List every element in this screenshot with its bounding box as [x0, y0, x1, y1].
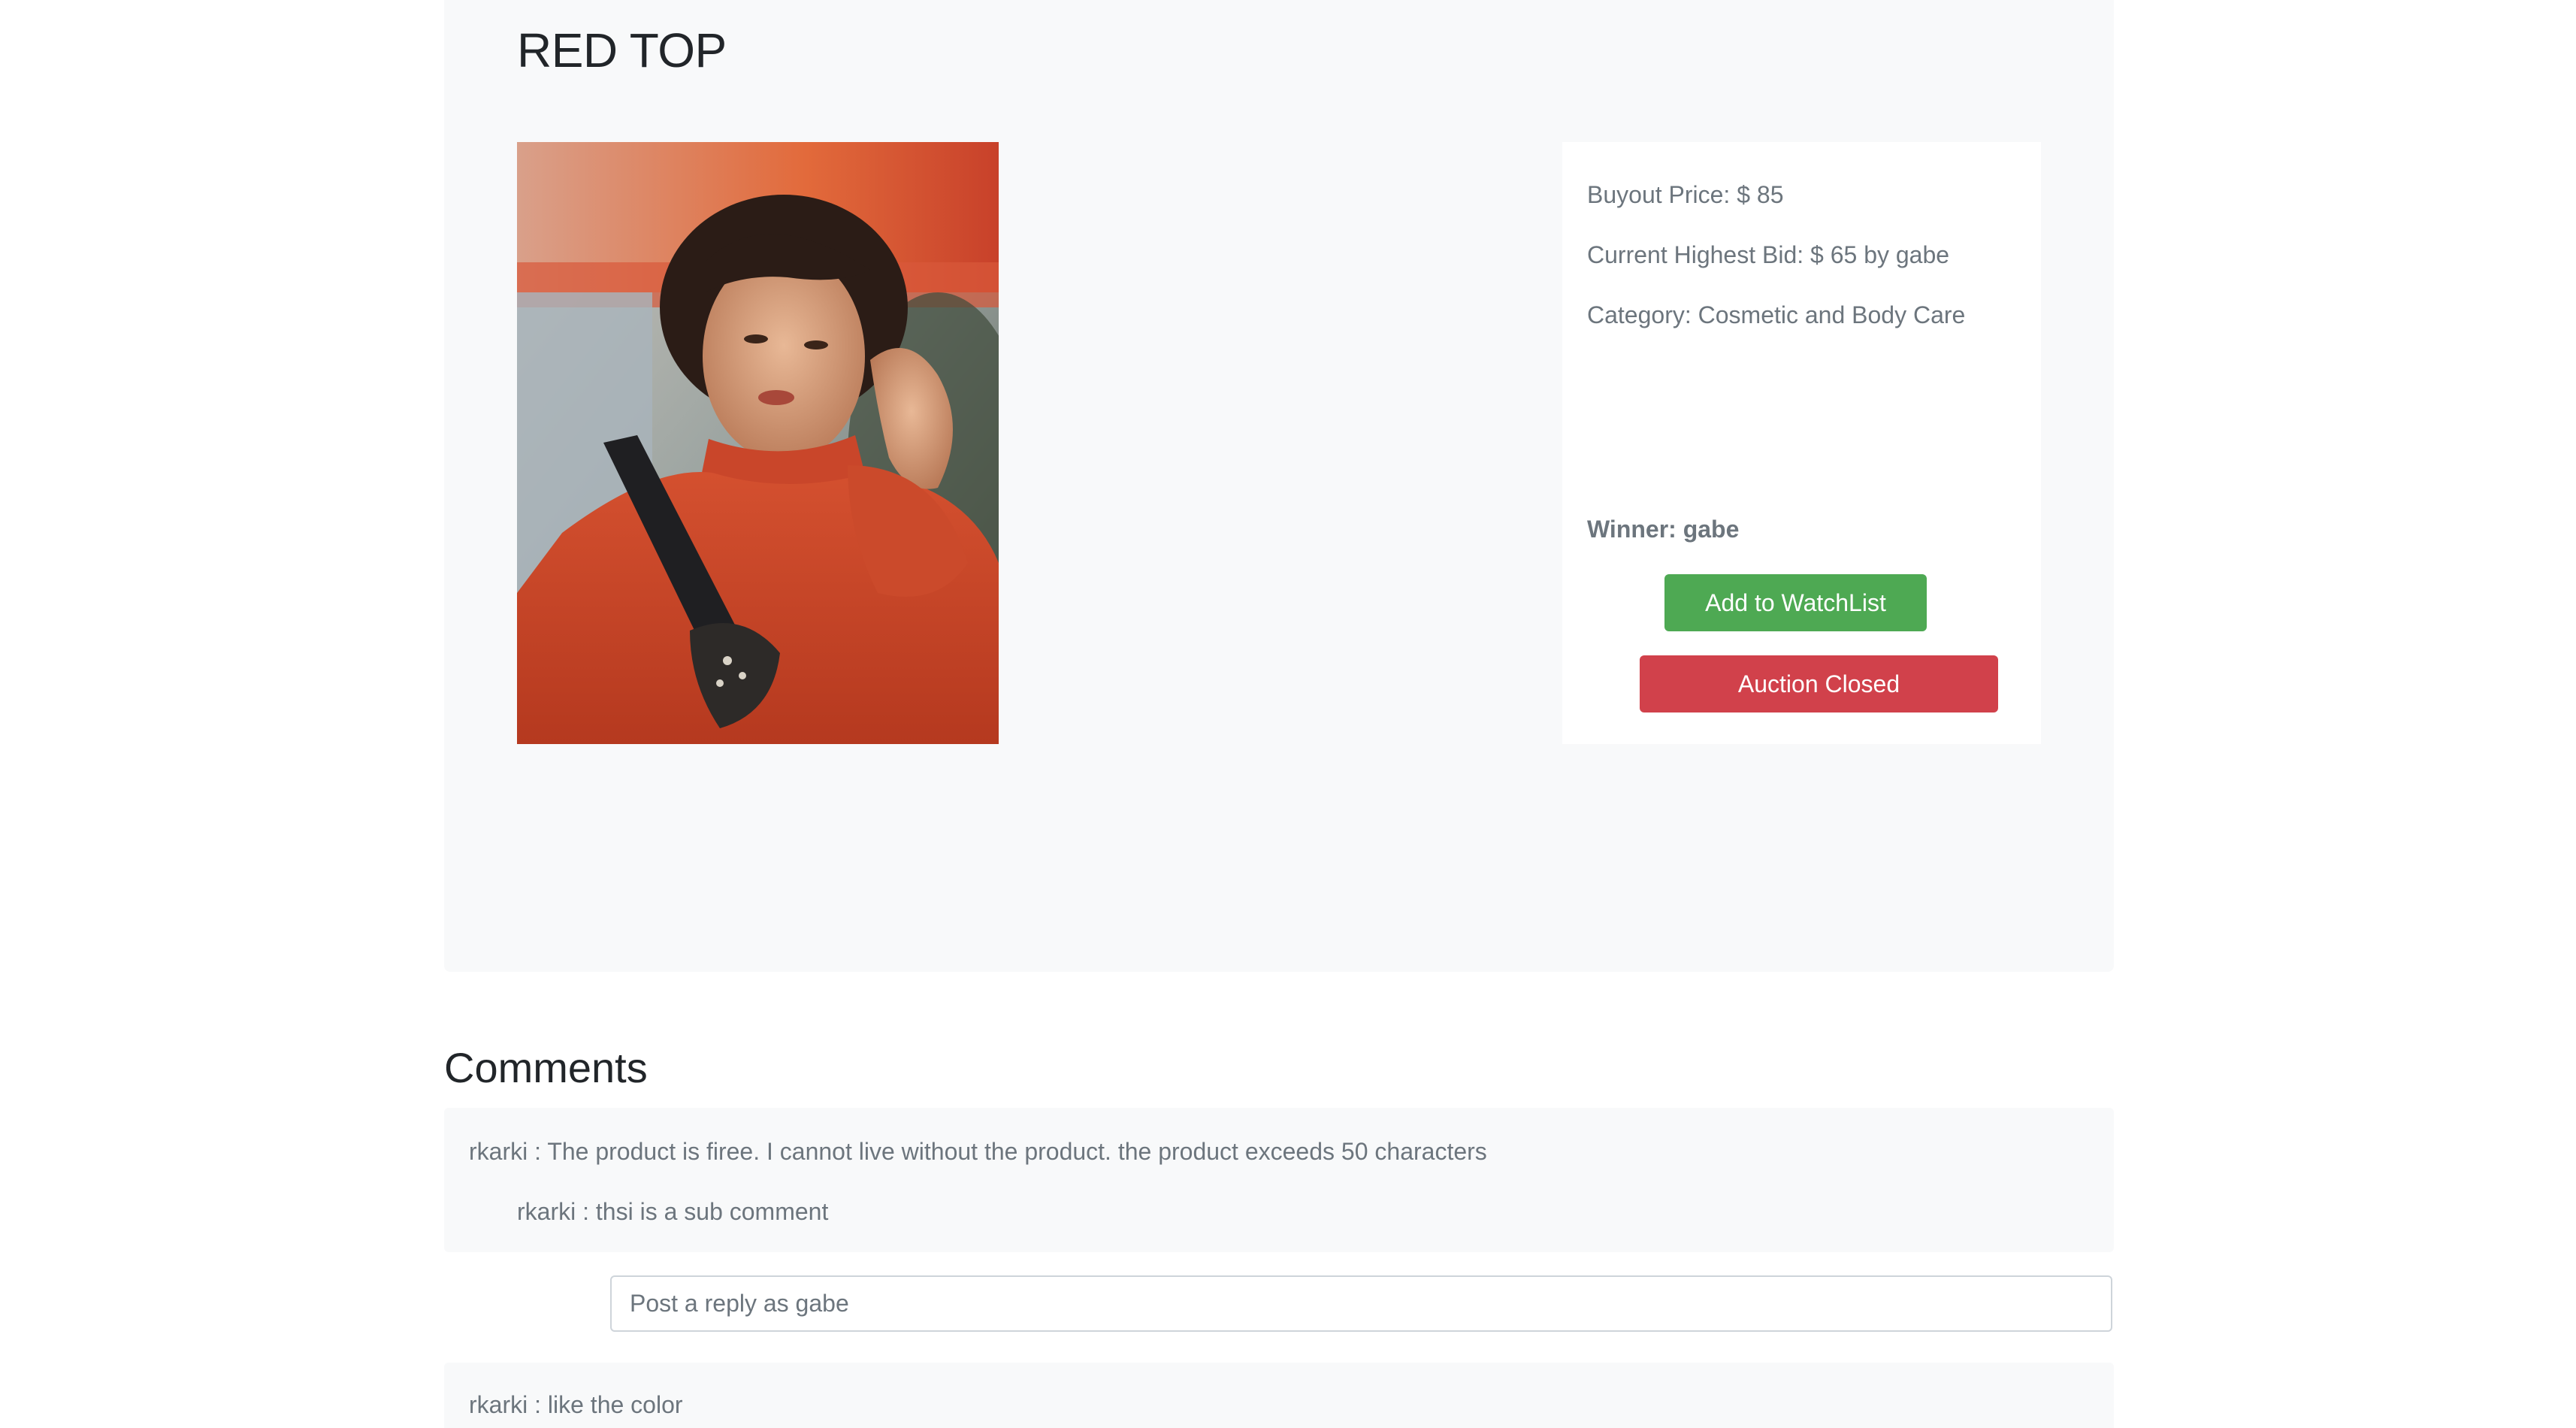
comment-item: rkarki : The product is firee. I cannot … [444, 1108, 2114, 1252]
sub-comment-text: rkarki : thsi is a sub comment [517, 1198, 829, 1225]
current-highest-bid: Current Highest Bid: $ 65 by gabe [1587, 241, 1950, 268]
buyout-price: Buyout Price: $ 85 [1587, 181, 1784, 208]
reply-input[interactable] [610, 1275, 2112, 1332]
comment-item: rkarki : like the color [444, 1363, 2114, 1428]
auction-winner: Winner: gabe [1587, 516, 1740, 543]
comments-heading: Comments [444, 1044, 648, 1091]
product-panel: RED TOP Buyout Price: $ 85 Current Highe… [444, 0, 2114, 972]
product-image [517, 142, 999, 744]
product-category: Category: Cosmetic and Body Care [1587, 301, 1966, 328]
add-to-watchlist-button[interactable]: Add to WatchList [1664, 574, 1927, 631]
product-title: RED TOP [517, 23, 727, 77]
auction-closed-button[interactable]: Auction Closed [1640, 655, 1998, 712]
auction-page: RED TOP Buyout Price: $ 85 Current Highe… [0, 0, 2576, 1428]
auction-info-card: Buyout Price: $ 85 Current Highest Bid: … [1562, 142, 2041, 744]
comment-text: rkarki : like the color [469, 1391, 683, 1418]
comment-text: rkarki : The product is firee. I cannot … [469, 1138, 1487, 1165]
